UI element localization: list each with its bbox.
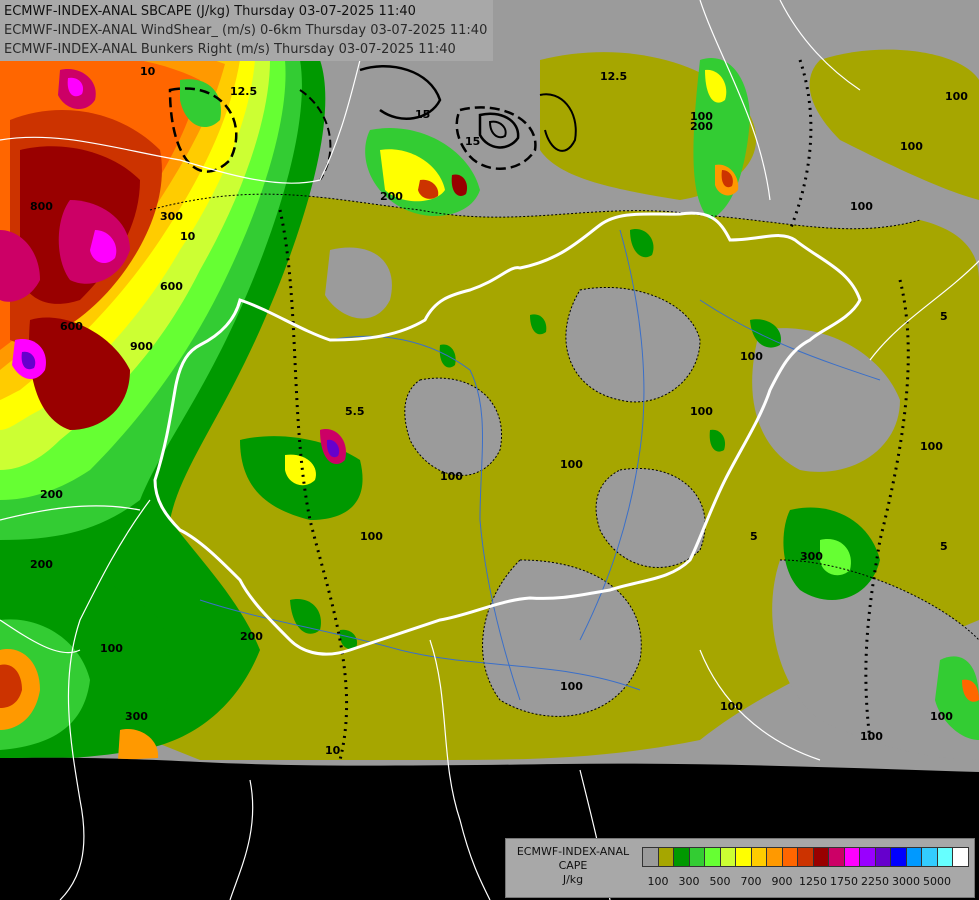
legend-title: ECMWF-INDEX-ANAL CAPE J/kg [516,845,630,886]
svg-text:100: 100 [690,405,713,418]
svg-text:12.5: 12.5 [230,85,257,98]
title-windshear: ECMWF-INDEX-ANAL WindShear_ (m/s) 0-6km … [4,23,488,38]
svg-text:100: 100 [560,680,583,693]
svg-text:300: 300 [800,550,823,563]
svg-text:200: 200 [380,190,403,203]
legend-tick-label: 1750 [830,875,858,888]
color-legend: ECMWF-INDEX-ANAL CAPE J/kg 100 300 500 700 9… [505,838,975,898]
svg-text:300: 300 [160,210,183,223]
svg-text:100: 100 [740,350,763,363]
legend-swatch [921,847,938,867]
svg-text:800: 800 [30,200,53,213]
svg-text:5: 5 [750,530,758,543]
svg-text:10: 10 [325,744,341,757]
svg-text:100: 100 [360,530,383,543]
legend-swatch [750,847,768,867]
legend-tick-label: 1250 [799,875,827,888]
legend-tick-label: 300 [678,875,700,888]
legend-swatch [719,847,737,867]
svg-text:10: 10 [140,65,156,78]
legend-swatch [781,847,799,867]
title-bunkers: ECMWF-INDEX-ANAL Bunkers Right (m/s) Thu… [4,42,456,57]
legend-tick-label: 500 [709,875,731,888]
legend-swatch [828,847,845,867]
svg-text:100: 100 [100,642,123,655]
svg-text:100: 100 [720,700,743,713]
svg-text:600: 600 [60,320,83,333]
svg-text:200: 200 [40,488,63,501]
legend-swatch [704,847,721,867]
legend-tick-label: 100 [647,875,669,888]
legend-swatch [936,847,954,867]
legend-tick-label: 900 [771,875,793,888]
legend-tick-label: 5000 [923,875,951,888]
svg-text:12.5: 12.5 [600,70,627,83]
svg-text:5.5: 5.5 [345,405,365,418]
svg-text:100: 100 [560,458,583,471]
legend-tick-label: 700 [740,875,762,888]
legend-swatch [673,847,690,867]
svg-text:900: 900 [130,340,153,353]
svg-text:100: 100 [860,730,883,743]
legend-swatch [766,847,783,867]
legend-swatch [890,847,907,867]
svg-text:15: 15 [415,108,430,121]
svg-text:15: 15 [465,135,480,148]
svg-text:300: 300 [125,710,148,723]
svg-text:5: 5 [940,310,948,323]
legend-swatch [735,847,752,867]
svg-text:200: 200 [690,120,713,133]
svg-text:100: 100 [920,440,943,453]
legend-swatch [642,847,659,867]
legend-swatch [812,847,830,867]
svg-text:100: 100 [440,470,463,483]
legend-tick-label: 2250 [861,875,889,888]
map-titles: ECMWF-INDEX-ANAL SBCAPE (J/kg) Thursday … [0,0,494,61]
legend-swatch [797,847,814,867]
legend-swatch [952,847,969,867]
svg-text:100: 100 [850,200,873,213]
svg-text:5: 5 [940,540,948,553]
svg-text:10: 10 [180,230,196,243]
svg-text:100: 100 [900,140,923,153]
svg-text:100: 100 [930,710,953,723]
svg-text:100: 100 [945,90,968,103]
legend-swatch [688,847,706,867]
title-sbcape: ECMWF-INDEX-ANAL SBCAPE (J/kg) Thursday … [4,4,416,19]
legend-swatch [905,847,923,867]
legend-swatch [874,847,892,867]
svg-text:200: 200 [30,558,53,571]
legend-swatch [843,847,861,867]
legend-tick-label: 3000 [892,875,920,888]
svg-text:600: 600 [160,280,183,293]
legend-swatch [657,847,675,867]
cape-map: 100 100 100 100 100 100 100 100 100 100 … [0,0,979,900]
legend-swatch [859,847,876,867]
svg-text:200: 200 [240,630,263,643]
